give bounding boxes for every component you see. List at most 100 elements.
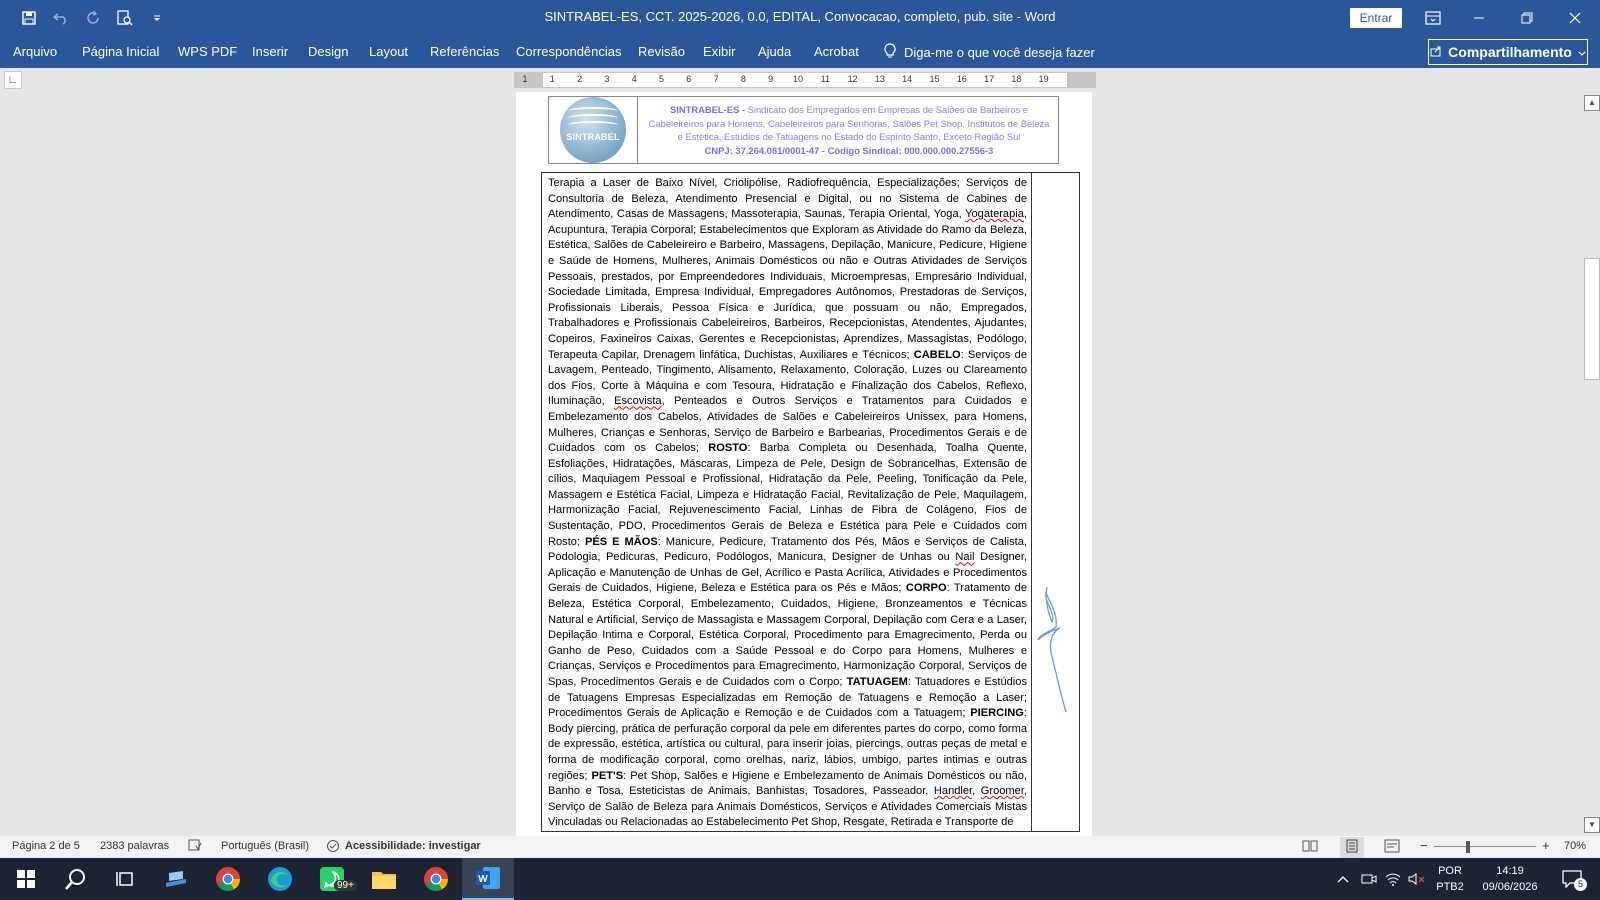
heading-corpo: CORPO bbox=[905, 582, 947, 595]
minimize-icon[interactable] bbox=[1456, 0, 1502, 36]
word-count[interactable]: 2383 palavras bbox=[100, 840, 169, 852]
zoom-slider[interactable] bbox=[1434, 846, 1536, 847]
tab-wps-pdf[interactable]: WPS PDF bbox=[178, 44, 237, 59]
body-paragraph[interactable]: Terapia a Laser de Baixo Nível, Criolipó… bbox=[548, 176, 1027, 831]
spelling-error[interactable]: Escovista bbox=[614, 395, 661, 407]
chrome-icon[interactable] bbox=[204, 858, 252, 900]
spelling-error[interactable]: Yogaterapia bbox=[965, 208, 1024, 220]
windows-taskbar: 99+ W POR PTB2 14:19 09/06/2026 5 bbox=[0, 858, 1600, 900]
lightbulb-icon bbox=[884, 43, 896, 62]
tab-correspondencias[interactable]: Correspondências bbox=[516, 44, 622, 59]
accessibility-status[interactable]: Acessibilidade: investigar bbox=[345, 840, 481, 852]
ruler-area: ∟ 1 1 2 3 4 5 6 7 8 9 10 11 12 13 14 15 16 17 18 19 bbox=[0, 68, 1600, 92]
zoom-out-icon[interactable]: − bbox=[1420, 838, 1428, 853]
tab-design[interactable]: Design bbox=[308, 44, 348, 59]
tab-selector-icon[interactable]: ∟ bbox=[4, 71, 22, 89]
ruler-tick-label: 11 bbox=[820, 74, 830, 84]
tab-ajuda[interactable]: Ajuda bbox=[758, 44, 791, 59]
document-page[interactable]: SINTRABEL SINTRABEL-ES - Sindicato dos E… bbox=[516, 92, 1092, 836]
zoom-slider-thumb[interactable] bbox=[1466, 841, 1470, 853]
windows-start-icon[interactable] bbox=[2, 858, 50, 900]
body-table: Terapia a Laser de Baixo Nível, Criolipó… bbox=[541, 172, 1080, 832]
org-name: SINTRABEL-ES - bbox=[670, 104, 746, 115]
restore-icon[interactable] bbox=[1504, 0, 1550, 36]
spelling-error[interactable]: Handler bbox=[934, 785, 972, 797]
spelling-error[interactable]: Nail bbox=[955, 551, 974, 563]
tell-me-search[interactable]: Diga-me o que você deseja fazer bbox=[884, 43, 1095, 62]
ribbon-display-options-icon[interactable] bbox=[1410, 0, 1456, 36]
letterhead-text: SINTRABEL-ES - Sindicato dos Empregados … bbox=[645, 103, 1053, 157]
clock[interactable]: 14:19 09/06/2026 bbox=[1472, 858, 1548, 900]
print-layout-icon[interactable] bbox=[1340, 837, 1364, 858]
document-area[interactable]: SINTRABEL SINTRABEL-ES - Sindicato dos E… bbox=[0, 92, 1582, 836]
ruler-tick-label: 7 bbox=[713, 74, 719, 84]
tab-layout[interactable]: Layout bbox=[369, 44, 408, 59]
vertical-scrollbar[interactable]: ▲ ▼ bbox=[1582, 92, 1600, 836]
tab-acrobat[interactable]: Acrobat bbox=[814, 44, 859, 59]
input-language[interactable]: POR PTB2 bbox=[1432, 858, 1468, 900]
lang-top: POR bbox=[1438, 865, 1462, 877]
table-column-divider bbox=[1031, 173, 1032, 831]
tab-arquivo[interactable]: Arquivo bbox=[13, 44, 57, 59]
ruler-tick-label: 16 bbox=[956, 74, 967, 84]
notification-center-icon[interactable]: 5 bbox=[1552, 858, 1592, 900]
scroll-down-arrow-icon[interactable]: ▼ bbox=[1584, 817, 1600, 833]
show-hidden-icons-icon[interactable] bbox=[1332, 858, 1354, 900]
meet-now-icon[interactable] bbox=[1358, 858, 1380, 900]
volume-muted-icon[interactable] bbox=[1406, 858, 1428, 900]
scroll-thumb[interactable] bbox=[1584, 258, 1600, 380]
file-explorer-icon[interactable] bbox=[360, 858, 408, 900]
proofing-icon[interactable] bbox=[188, 839, 202, 854]
ruler-tick-label: 10 bbox=[792, 74, 804, 84]
notification-count: 5 bbox=[1574, 878, 1587, 891]
tab-referencias[interactable]: Referências bbox=[430, 44, 499, 59]
tab-exibir[interactable]: Exibir bbox=[703, 44, 736, 59]
heading-piercing: PIERCING bbox=[970, 707, 1024, 720]
ruler-right-margin bbox=[1067, 73, 1095, 87]
share-button[interactable]: Compartilhamento bbox=[1428, 39, 1588, 65]
ruler-tick-label: 13 bbox=[874, 74, 885, 84]
spelling-error[interactable]: Groomer bbox=[981, 785, 1024, 797]
heading-cabelo: CABELO bbox=[913, 348, 961, 361]
status-bar: Página 2 de 5 2383 palavras Português (B… bbox=[0, 836, 1600, 858]
word-app-icon[interactable]: W bbox=[462, 858, 514, 900]
ruler-tick-label: 18 bbox=[1011, 74, 1022, 84]
letterhead: SINTRABEL SINTRABEL-ES - Sindicato dos E… bbox=[548, 96, 1059, 164]
title-bar: SINTRABEL-ES, CCT. 2025-2026, 0.0, EDITA… bbox=[0, 0, 1600, 36]
ruler-tick-label: 19 bbox=[1038, 74, 1049, 84]
web-layout-icon[interactable] bbox=[1384, 839, 1400, 856]
tab-revisao[interactable]: Revisão bbox=[638, 44, 685, 59]
whatsapp-icon[interactable]: 99+ bbox=[308, 858, 357, 900]
read-mode-icon[interactable] bbox=[1302, 839, 1318, 856]
tab-pagina-inicial[interactable]: Página Inicial bbox=[82, 44, 159, 59]
edge-icon[interactable] bbox=[256, 858, 304, 900]
handwritten-signature bbox=[1037, 586, 1067, 713]
task-view-icon[interactable] bbox=[102, 858, 150, 900]
scroll-up-arrow-icon[interactable]: ▲ bbox=[1584, 95, 1600, 111]
zoom-level[interactable]: 70% bbox=[1564, 840, 1586, 852]
horizontal-ruler[interactable]: 1 1 2 3 4 5 6 7 8 9 10 11 12 13 14 15 16 17 18 19 bbox=[514, 72, 1096, 88]
heading-rosto: ROSTO bbox=[708, 442, 748, 455]
network-icon[interactable] bbox=[1382, 858, 1404, 900]
close-icon[interactable] bbox=[1552, 0, 1598, 36]
org-cnpj: CNPJ: 37.264.081/0001-47 - Código Sindic… bbox=[704, 144, 994, 156]
sign-in-button[interactable]: Entrar bbox=[1350, 8, 1402, 28]
ruler-tick-label: 4 bbox=[631, 74, 637, 84]
logo-text: SINTRABEL bbox=[566, 132, 620, 142]
ruler-left-margin bbox=[515, 73, 543, 87]
ruler-tick-label: 5 bbox=[658, 74, 665, 84]
language-indicator[interactable]: Português (Brasil) bbox=[221, 840, 309, 852]
ruler-tick-label: 12 bbox=[847, 74, 858, 84]
ruler-tick-label: 2 bbox=[577, 74, 583, 84]
tell-me-label: Diga-me o que você deseja fazer bbox=[904, 45, 1095, 60]
desktop-app-icon[interactable] bbox=[152, 858, 200, 900]
tab-inserir[interactable]: Inserir bbox=[252, 44, 288, 59]
ruler-tick-label: 8 bbox=[740, 74, 746, 84]
zoom-in-icon[interactable]: + bbox=[1542, 838, 1550, 853]
search-icon[interactable] bbox=[52, 858, 100, 900]
page-count[interactable]: Página 2 de 5 bbox=[12, 840, 80, 852]
share-icon bbox=[1430, 44, 1442, 60]
ruler-tick-label: 3 bbox=[604, 74, 610, 84]
share-label: Compartilhamento bbox=[1448, 44, 1572, 60]
chrome-profile-icon[interactable] bbox=[412, 858, 460, 900]
